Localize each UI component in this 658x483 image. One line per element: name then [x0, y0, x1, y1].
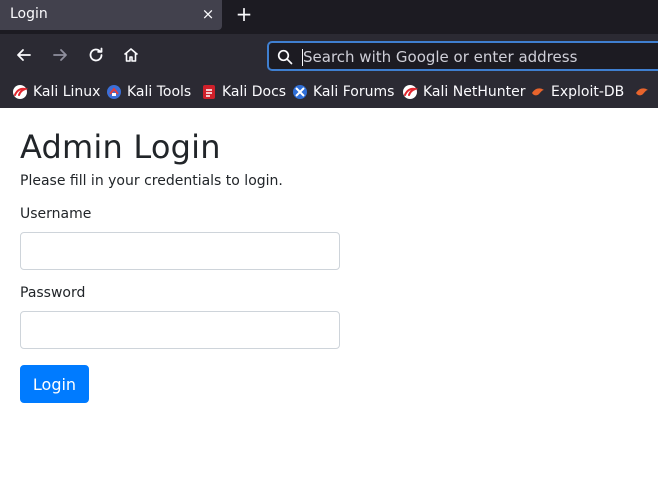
forward-arrow-icon	[53, 49, 67, 61]
login-button[interactable]: Login	[20, 365, 89, 403]
bookmark-label: Exploit-DB	[551, 84, 625, 100]
bookmark-label: Kali Docs	[222, 84, 287, 100]
back-arrow-icon	[17, 49, 31, 61]
back-button[interactable]	[12, 43, 36, 67]
address-bar[interactable]: Search with Google or enter address	[267, 41, 658, 71]
address-placeholder[interactable]: Search with Google or enter address	[303, 48, 577, 66]
bookmark-label: Kali NetHunter	[423, 84, 526, 100]
home-button[interactable]	[119, 43, 143, 67]
username-field[interactable]	[20, 232, 340, 270]
bookmark-kali-docs[interactable]: Kali Docs	[201, 82, 286, 102]
bookmark-kali-tools[interactable]: Kali Tools	[106, 82, 191, 102]
page-description: Please fill in your credentials to login…	[20, 173, 283, 189]
tab-strip: Login × +	[0, 0, 658, 34]
search-icon	[277, 49, 293, 65]
bookmark-overflow-item[interactable]	[634, 82, 655, 102]
home-icon	[123, 48, 139, 62]
close-icon[interactable]: ×	[198, 4, 218, 24]
password-field[interactable]	[20, 311, 340, 349]
kali-tools-icon	[107, 85, 121, 99]
forward-button[interactable]	[48, 43, 72, 67]
reload-icon	[89, 47, 103, 62]
page-title: Admin Login	[20, 128, 221, 166]
reload-button[interactable]	[84, 43, 108, 67]
kali-docs-icon	[203, 85, 215, 99]
exploit-db-icon	[636, 88, 648, 96]
username-label: Username	[20, 206, 92, 222]
bookmarks-toolbar: Kali Linux Kali Tools Kali Docs Kali For…	[0, 76, 658, 108]
kali-forums-icon	[293, 85, 307, 99]
bookmark-label: Kali Linux	[33, 84, 101, 100]
password-label: Password	[20, 285, 86, 301]
kali-dragon-icon	[13, 85, 28, 99]
page-content: Admin Login Please fill in your credenti…	[0, 108, 658, 483]
bookmark-exploit-db[interactable]: Exploit-DB	[530, 82, 624, 102]
tab-title: Login	[10, 6, 48, 22]
exploit-db-icon	[532, 88, 544, 96]
new-tab-button[interactable]: +	[233, 4, 255, 26]
bookmark-kali-nethunter[interactable]: Kali NetHunter	[402, 82, 525, 102]
bookmark-label: Kali Forums	[313, 84, 395, 100]
bookmark-kali-forums[interactable]: Kali Forums	[292, 82, 394, 102]
tab-login[interactable]: Login ×	[0, 0, 222, 30]
bookmark-kali-linux[interactable]: Kali Linux	[12, 82, 100, 102]
bookmark-label: Kali Tools	[127, 84, 192, 100]
kali-dragon-icon	[403, 85, 418, 99]
